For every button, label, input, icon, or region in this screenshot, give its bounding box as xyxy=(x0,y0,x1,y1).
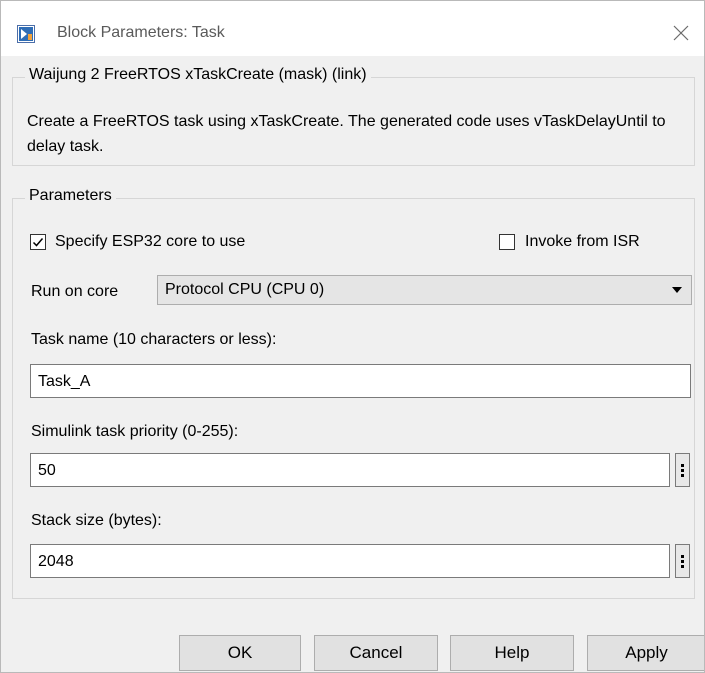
task-name-input[interactable]: Task_A xyxy=(30,364,691,398)
parameters-group xyxy=(12,198,695,599)
priority-options-button[interactable] xyxy=(675,453,690,487)
invoke-from-isr-label[interactable]: Invoke from ISR xyxy=(525,233,640,251)
block-parameters-dialog: Block Parameters: Task Waijung 2 FreeRTO… xyxy=(0,0,705,673)
priority-value: 50 xyxy=(38,462,56,479)
run-on-core-value: Protocol CPU (CPU 0) xyxy=(165,281,325,298)
task-name-value: Task_A xyxy=(38,373,91,390)
priority-input[interactable]: 50 xyxy=(30,453,670,487)
title-bar[interactable]: Block Parameters: Task xyxy=(1,1,704,56)
apply-button[interactable]: Apply xyxy=(587,635,704,671)
stack-size-input[interactable]: 2048 xyxy=(30,544,670,578)
cancel-button[interactable]: Cancel xyxy=(314,635,438,671)
ok-button[interactable]: OK xyxy=(179,635,301,671)
chevron-down-icon xyxy=(672,287,682,293)
simulink-block-icon xyxy=(17,25,35,43)
mask-description: Create a FreeRTOS task using xTaskCreate… xyxy=(27,113,666,155)
checkmark-icon xyxy=(32,238,44,247)
run-on-core-dropdown[interactable]: Protocol CPU (CPU 0) xyxy=(157,275,692,305)
specify-core-label[interactable]: Specify ESP32 core to use xyxy=(55,233,245,251)
window-title: Block Parameters: Task xyxy=(57,24,225,41)
run-on-core-label: Run on core xyxy=(31,283,119,300)
specify-core-checkbox[interactable] xyxy=(30,234,46,250)
stack-size-label: Stack size (bytes): xyxy=(31,512,162,529)
mask-group-title: Waijung 2 FreeRTOS xTaskCreate (mask) (l… xyxy=(25,66,371,84)
close-icon xyxy=(673,25,689,41)
close-button[interactable] xyxy=(661,15,701,51)
stack-size-options-button[interactable] xyxy=(675,544,690,578)
parameters-group-title: Parameters xyxy=(25,187,116,205)
stack-size-value: 2048 xyxy=(38,553,74,570)
help-button[interactable]: Help xyxy=(450,635,574,671)
task-name-label: Task name (10 characters or less): xyxy=(31,331,277,348)
priority-label: Simulink task priority (0-255): xyxy=(31,423,239,440)
invoke-from-isr-checkbox[interactable] xyxy=(499,234,515,250)
